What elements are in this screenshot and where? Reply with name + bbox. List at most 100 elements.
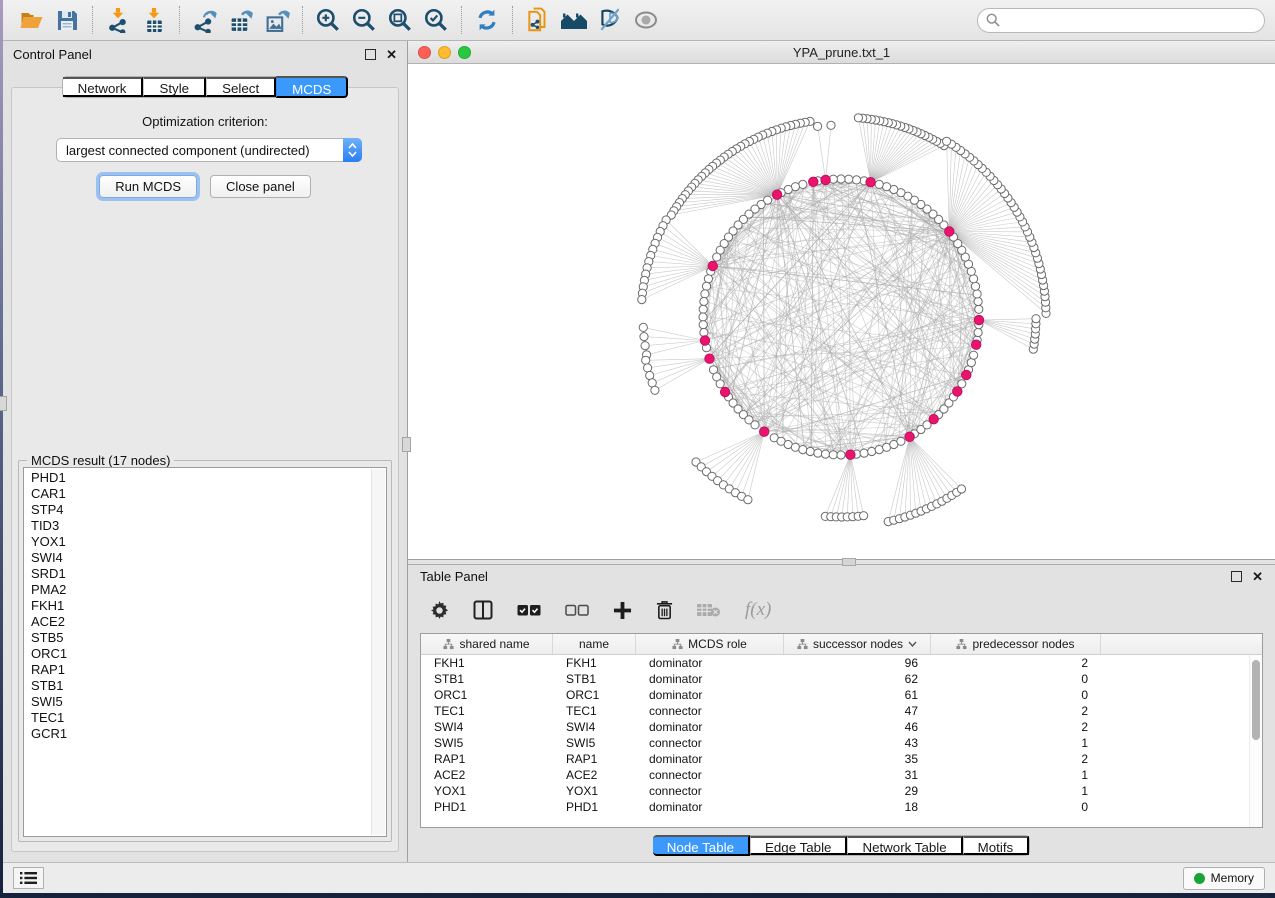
export-table-button[interactable] — [223, 4, 259, 36]
network-node[interactable] — [713, 253, 721, 261]
open-session-button[interactable] — [13, 4, 49, 36]
select-all-button[interactable] — [517, 595, 541, 625]
column-header-shared-name[interactable]: shared name — [421, 634, 553, 654]
mcds-result-item[interactable]: RAP1 — [31, 662, 370, 678]
column-header-name[interactable]: name — [553, 634, 636, 654]
network-node[interactable] — [875, 180, 883, 188]
mcds-result-item[interactable]: STP4 — [31, 502, 370, 518]
network-node[interactable] — [700, 297, 708, 305]
network-node[interactable] — [806, 447, 814, 455]
network-leaf-node[interactable] — [744, 496, 752, 504]
zoom-fit-button[interactable] — [382, 4, 418, 36]
network-node[interactable] — [973, 290, 981, 298]
export-network-button[interactable] — [187, 4, 223, 36]
horizontal-splitter-grip[interactable] — [842, 558, 856, 566]
tab-edge-table[interactable]: Edge Table — [750, 836, 847, 855]
mcds-result-item[interactable]: ACE2 — [31, 614, 370, 630]
table-settings-button[interactable] — [430, 595, 449, 625]
table-panel-float-icon[interactable] — [1231, 571, 1242, 582]
mcds-hub-node[interactable] — [772, 190, 782, 200]
tab-style[interactable]: Style — [143, 77, 206, 97]
network-node[interactable] — [716, 380, 724, 388]
zoom-in-button[interactable] — [310, 4, 346, 36]
window-close-icon[interactable] — [418, 46, 431, 59]
column-header-predecessor-nodes[interactable]: predecessor nodes — [931, 634, 1101, 654]
network-node[interactable] — [860, 449, 868, 457]
mcds-result-item[interactable]: PHD1 — [31, 470, 370, 486]
search-field[interactable] — [977, 8, 1265, 33]
network-node[interactable] — [699, 321, 707, 329]
network-leaf-node[interactable] — [641, 342, 649, 350]
deselect-all-button[interactable] — [565, 595, 589, 625]
network-node[interactable] — [699, 313, 707, 321]
table-row[interactable]: PHD1PHD1dominator180 — [421, 799, 1262, 815]
mcds-hub-node[interactable] — [705, 354, 715, 364]
tab-network[interactable]: Network — [63, 77, 144, 97]
mcds-hub-node[interactable] — [929, 414, 939, 424]
tab-node-table[interactable]: Node Table — [653, 835, 750, 856]
network-node[interactable] — [704, 275, 712, 283]
hide-graphics-button[interactable] — [592, 4, 628, 36]
table-row[interactable]: STB1STB1dominator620 — [421, 671, 1262, 687]
network-leaf-node[interactable] — [642, 356, 650, 364]
mcds-hub-node[interactable] — [905, 432, 915, 442]
table-row[interactable]: ACE2ACE2connector311 — [421, 767, 1262, 783]
table-scrollbar-thumb[interactable] — [1252, 660, 1260, 740]
network-node[interactable] — [897, 437, 905, 445]
save-session-button[interactable] — [49, 4, 85, 36]
network-node[interactable] — [701, 290, 709, 298]
mcds-hub-node[interactable] — [759, 427, 769, 437]
table-row[interactable]: RAP1RAP1dominator352 — [421, 751, 1262, 767]
table-row[interactable]: SWI4SWI4dominator462 — [421, 719, 1262, 735]
table-row[interactable]: FKH1FKH1dominator962 — [421, 655, 1262, 671]
column-header-mcds-role[interactable]: MCDS role — [636, 634, 784, 654]
mcds-hub-node[interactable] — [700, 336, 710, 346]
mcds-hub-node[interactable] — [962, 370, 972, 380]
control-panel-float-icon[interactable] — [365, 49, 376, 60]
network-node[interactable] — [852, 176, 860, 184]
network-node[interactable] — [837, 175, 845, 183]
mcds-hub-node[interactable] — [974, 315, 984, 325]
mcds-result-scrollbar[interactable] — [371, 469, 385, 835]
network-leaf-node[interactable] — [640, 333, 648, 341]
mcds-result-item[interactable]: ORC1 — [31, 646, 370, 662]
network-node[interactable] — [702, 282, 710, 290]
mcds-hub-node[interactable] — [866, 177, 876, 187]
network-leaf-node[interactable] — [943, 137, 951, 145]
network-leaf-node[interactable] — [827, 121, 835, 129]
tab-network-table[interactable]: Network Table — [847, 836, 962, 855]
mcds-result-item[interactable]: SRD1 — [31, 566, 370, 582]
network-node[interactable] — [700, 328, 708, 336]
mcds-hub-node[interactable] — [708, 261, 718, 271]
function-builder-button[interactable]: f(x) — [745, 595, 771, 625]
mcds-result-item[interactable]: YOX1 — [31, 534, 370, 550]
mcds-hub-node[interactable] — [846, 450, 856, 460]
tab-mcds[interactable]: MCDS — [276, 76, 348, 98]
network-node[interactable] — [970, 351, 978, 359]
tab-select[interactable]: Select — [206, 77, 276, 97]
column-header-successor-nodes[interactable]: successor nodes — [784, 634, 931, 654]
mcds-result-list[interactable]: PHD1CAR1STP4TID3YOX1SWI4SRD1PMA2FKH1ACE2… — [23, 467, 387, 837]
mcds-result-item[interactable]: STB1 — [31, 678, 370, 694]
network-node[interactable] — [829, 451, 837, 459]
zoom-selected-button[interactable] — [418, 4, 454, 36]
network-leaf-node[interactable] — [860, 512, 868, 520]
network-node[interactable] — [971, 282, 979, 290]
mcds-result-item[interactable]: GCR1 — [31, 726, 370, 742]
network-node[interactable] — [699, 305, 707, 313]
network-node[interactable] — [751, 421, 759, 429]
export-image-button[interactable] — [259, 4, 295, 36]
delete-table-button[interactable] — [697, 595, 721, 625]
table-row[interactable]: ORC1ORC1dominator610 — [421, 687, 1262, 703]
show-columns-button[interactable] — [473, 595, 493, 625]
memory-button[interactable]: Memory — [1183, 867, 1265, 890]
mcds-hub-node[interactable] — [809, 177, 819, 187]
close-panel-button[interactable]: Close panel — [210, 175, 311, 198]
import-network-button[interactable] — [100, 4, 136, 36]
mcds-hub-node[interactable] — [945, 227, 955, 237]
mcds-result-item[interactable]: FKH1 — [31, 598, 370, 614]
network-leaf-node[interactable] — [1032, 315, 1040, 323]
run-mcds-button[interactable]: Run MCDS — [99, 175, 197, 198]
task-history-button[interactable] — [13, 867, 44, 889]
network-graph[interactable] — [408, 64, 1275, 558]
